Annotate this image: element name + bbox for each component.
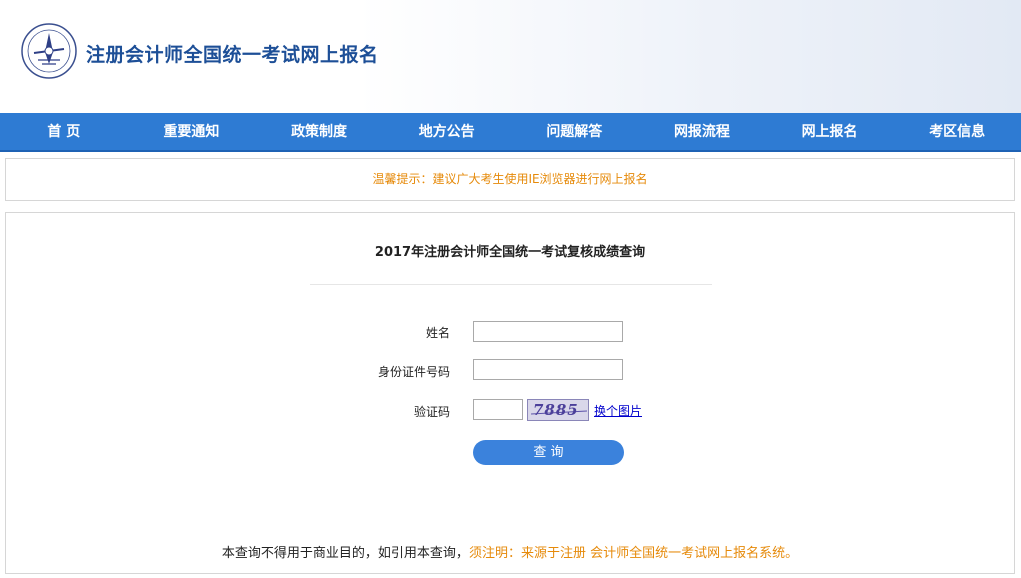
nav-item-faq[interactable]: 问题解答 — [511, 113, 639, 150]
nav-item-home[interactable]: 首 页 — [0, 113, 128, 150]
disclaimer-source-note: 须注明：来源于注册 会计师全国统一考试网上报名系统。 — [468, 546, 799, 561]
cicpa-seal-icon — [21, 23, 77, 79]
captcha-image: 7885 — [527, 399, 589, 421]
disclaimer-text: 本查询不得用于商业目的，如引用本查询， — [221, 546, 469, 561]
captcha-input[interactable] — [473, 399, 523, 420]
name-label: 姓名 — [425, 326, 450, 340]
usage-disclaimer: 本查询不得用于商业目的，如引用本查询，须注明：来源于注册 会计师全国统一考试网上… — [6, 542, 1014, 561]
tip-notice: 温馨提示：建议广大考生使用IE浏览器进行网上报名 — [5, 158, 1015, 201]
id-number-input[interactable] — [473, 359, 623, 380]
nav-item-registration-process[interactable]: 网报流程 — [638, 113, 766, 150]
captcha-label: 验证码 — [413, 405, 450, 419]
id-number-label: 身份证件号码 — [377, 365, 450, 379]
nav-item-exam-area-info[interactable]: 考区信息 — [893, 113, 1021, 150]
name-input[interactable] — [473, 321, 623, 342]
query-title: 2017年注册会计师全国统一考试复核成绩查询 — [374, 245, 646, 260]
site-header: 注册会计师全国统一考试网上报名 — [0, 0, 1021, 113]
score-query-panel: 2017年注册会计师全国统一考试复核成绩查询 姓名 身份证件号码 验证码 788… — [5, 212, 1015, 574]
main-nav: 首 页 重要通知 政策制度 地方公告 问题解答 网报流程 网上报名 考区信息 — [0, 113, 1021, 152]
refresh-captcha-link[interactable]: 换个图片 — [594, 402, 642, 419]
captcha-text: 7885 — [533, 401, 579, 419]
nav-item-online-registration[interactable]: 网上报名 — [766, 113, 894, 150]
site-title: 注册会计师全国统一考试网上报名 — [86, 44, 379, 66]
divider — [310, 284, 712, 285]
nav-item-local-announcements[interactable]: 地方公告 — [383, 113, 511, 150]
query-submit-button[interactable]: 查 询 — [473, 440, 624, 465]
nav-item-policies[interactable]: 政策制度 — [255, 113, 383, 150]
nav-item-important-notices[interactable]: 重要通知 — [128, 113, 256, 150]
